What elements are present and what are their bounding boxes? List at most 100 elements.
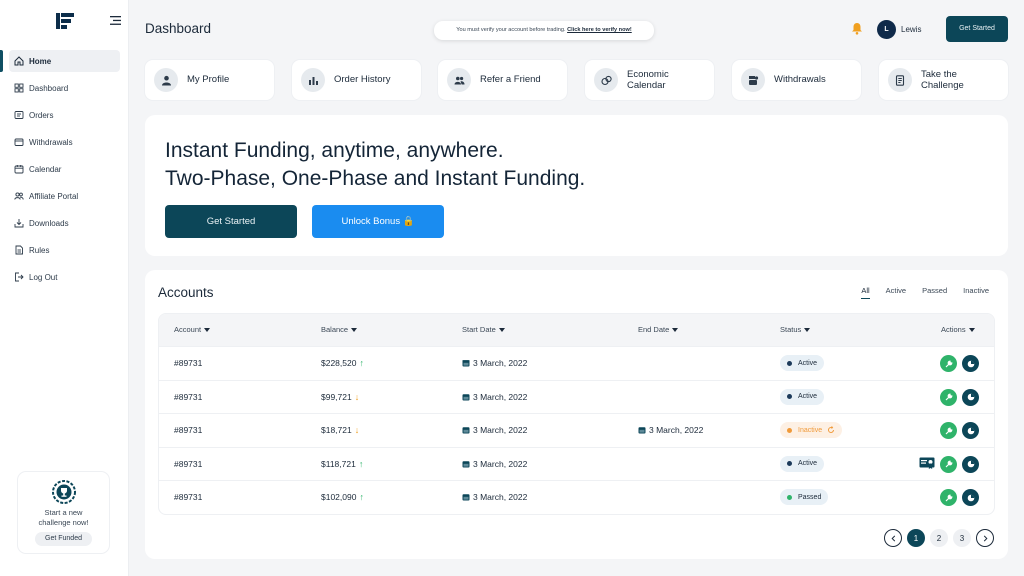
calendar-icon xyxy=(638,427,646,434)
quick-link-label: Withdrawals xyxy=(774,74,826,86)
pie-chart-icon xyxy=(967,360,974,367)
page-button-3[interactable]: 3 xyxy=(953,529,971,547)
tab-all[interactable]: All xyxy=(861,286,870,299)
edit-action-button[interactable] xyxy=(940,388,957,406)
start-date: 3 March, 2022 xyxy=(473,492,528,502)
sidebar-item-rules[interactable]: Rules xyxy=(9,239,120,261)
status-badge: Active xyxy=(780,455,825,472)
hero-get-started-button[interactable]: Get Started xyxy=(165,205,297,238)
bell-icon[interactable] xyxy=(851,22,863,35)
status-badge: Passed xyxy=(780,489,829,505)
verify-link[interactable]: Click here to verify now! xyxy=(567,27,632,33)
page-button-2[interactable]: 2 xyxy=(930,529,948,547)
cash-register-icon xyxy=(741,68,765,92)
column-status[interactable]: Status xyxy=(780,325,810,334)
edit-action-button[interactable] xyxy=(940,455,957,473)
stats-action-button[interactable] xyxy=(962,489,979,506)
coins-icon xyxy=(594,68,618,92)
header-get-started-button[interactable]: Get Started xyxy=(946,16,1008,42)
sidebar-item-withdrawals[interactable]: Withdrawals xyxy=(9,131,120,153)
collapse-menu-icon[interactable] xyxy=(110,16,121,25)
username[interactable]: Lewis xyxy=(901,25,921,34)
balance-cell: $18,721 ↓ xyxy=(321,425,359,435)
checklist-icon xyxy=(888,68,912,92)
stats-action-button[interactable] xyxy=(962,355,979,372)
status-badge: Active xyxy=(780,388,825,405)
sidebar-item-log-out[interactable]: Log Out xyxy=(9,266,120,288)
start-date: 3 March, 2022 xyxy=(473,391,528,402)
account-id: #89731 xyxy=(174,358,203,368)
hero-headline-2: Two-Phase, One-Phase and Instant Funding… xyxy=(165,167,586,190)
quick-link-economic-calendar[interactable]: Economic Calendar xyxy=(585,60,714,100)
status-label: Active xyxy=(798,460,818,467)
home-icon xyxy=(14,56,24,66)
edit-action-button[interactable] xyxy=(940,355,957,372)
sidebar-item-dashboard[interactable]: Dashboard xyxy=(9,77,120,99)
table-row[interactable]: #89731 $118,721 ↑ 3 March, 2022 Active xyxy=(159,446,994,481)
page-button-1[interactable]: 1 xyxy=(907,529,925,547)
stats-action-button[interactable] xyxy=(962,388,979,406)
edit-action-button[interactable] xyxy=(940,489,957,506)
quick-link-take-the-challenge[interactable]: Take the Challenge xyxy=(879,60,1008,100)
bar-chart-icon xyxy=(301,68,325,92)
sidebar-item-label: Home xyxy=(29,56,52,66)
hero-headline-1: Instant Funding, anytime, anywhere. xyxy=(165,139,504,162)
quick-link-order-history[interactable]: Order History xyxy=(292,60,421,100)
page-title: Dashboard xyxy=(145,21,212,36)
edit-action-button[interactable] xyxy=(940,422,957,439)
balance-value: $228,520 xyxy=(321,358,357,368)
column-actions[interactable]: Actions xyxy=(941,325,975,334)
balance-value: $18,721 xyxy=(321,425,352,435)
start-date: 3 March, 2022 xyxy=(473,358,528,368)
tab-passed[interactable]: Passed xyxy=(922,286,947,299)
tab-inactive[interactable]: Inactive xyxy=(963,286,989,299)
brand-logo[interactable] xyxy=(56,13,74,29)
quick-link-withdrawals[interactable]: Withdrawals xyxy=(732,60,861,100)
table-row[interactable]: #89731 $102,090 ↑ 3 March, 2022 Passed xyxy=(159,480,994,514)
start-date-cell: 3 March, 2022 xyxy=(462,425,527,435)
promo-line-1: Start a new xyxy=(44,508,83,517)
table-row[interactable]: #89731 $228,520 ↑ 3 March, 2022 Active xyxy=(159,346,994,380)
stats-action-button[interactable] xyxy=(962,422,979,439)
certificate-icon[interactable] xyxy=(919,457,935,470)
wallet-icon xyxy=(14,137,24,147)
end-date: 3 March, 2022 xyxy=(649,425,704,435)
column-start-date[interactable]: Start Date xyxy=(462,325,505,334)
balance-cell: $102,090 ↑ xyxy=(321,492,364,502)
stats-action-button[interactable] xyxy=(962,455,979,473)
sidebar-item-downloads[interactable]: Downloads xyxy=(9,212,120,234)
sidebar-item-label: Affiliate Portal xyxy=(29,191,79,201)
sidebar-item-home[interactable]: Home xyxy=(0,50,120,72)
verify-text: You must verify your account before trad… xyxy=(456,27,566,33)
start-date-cell: 3 March, 2022 xyxy=(462,392,527,402)
sidebar-item-affiliate-portal[interactable]: Affiliate Portal xyxy=(9,185,120,207)
sidebar-item-calendar[interactable]: Calendar xyxy=(9,158,120,180)
wrench-icon xyxy=(945,494,952,501)
sidebar: Home Dashboard Orders Withdrawals Calend… xyxy=(0,0,129,576)
quick-link-refer-a-friend[interactable]: Refer a Friend xyxy=(438,60,567,100)
refresh-icon[interactable] xyxy=(827,426,835,434)
orders-icon xyxy=(14,110,24,120)
users-icon xyxy=(14,191,24,201)
status-dot xyxy=(787,461,792,466)
table-row[interactable]: #89731 $18,721 ↓ 3 March, 2022 3 March, 2… xyxy=(159,413,994,447)
unlock-bonus-button[interactable]: Unlock Bonus 🔒 xyxy=(312,205,444,238)
wrench-icon xyxy=(945,360,952,367)
quick-link-label: Take the Challenge xyxy=(921,68,964,92)
prev-page-button[interactable] xyxy=(884,529,902,547)
next-page-button[interactable] xyxy=(976,529,994,547)
column-balance[interactable]: Balance xyxy=(321,325,357,334)
accounts-title: Accounts xyxy=(158,285,214,300)
quick-link-my-profile[interactable]: My Profile xyxy=(145,60,274,100)
column-end-date[interactable]: End Date xyxy=(638,325,678,334)
sidebar-item-orders[interactable]: Orders xyxy=(9,104,120,126)
promo-line-2: challenge now! xyxy=(38,518,89,527)
tab-active[interactable]: Active xyxy=(886,286,906,299)
column-account[interactable]: Account xyxy=(174,325,210,334)
start-date-cell: 3 March, 2022 xyxy=(462,459,527,469)
get-funded-button[interactable]: Get Funded xyxy=(35,532,92,546)
table-row[interactable]: #89731 $99,721 ↓ 3 March, 2022 Active xyxy=(159,379,994,414)
avatar[interactable]: L xyxy=(877,20,896,39)
status-dot xyxy=(787,394,792,399)
chevron-left-icon xyxy=(891,535,895,541)
